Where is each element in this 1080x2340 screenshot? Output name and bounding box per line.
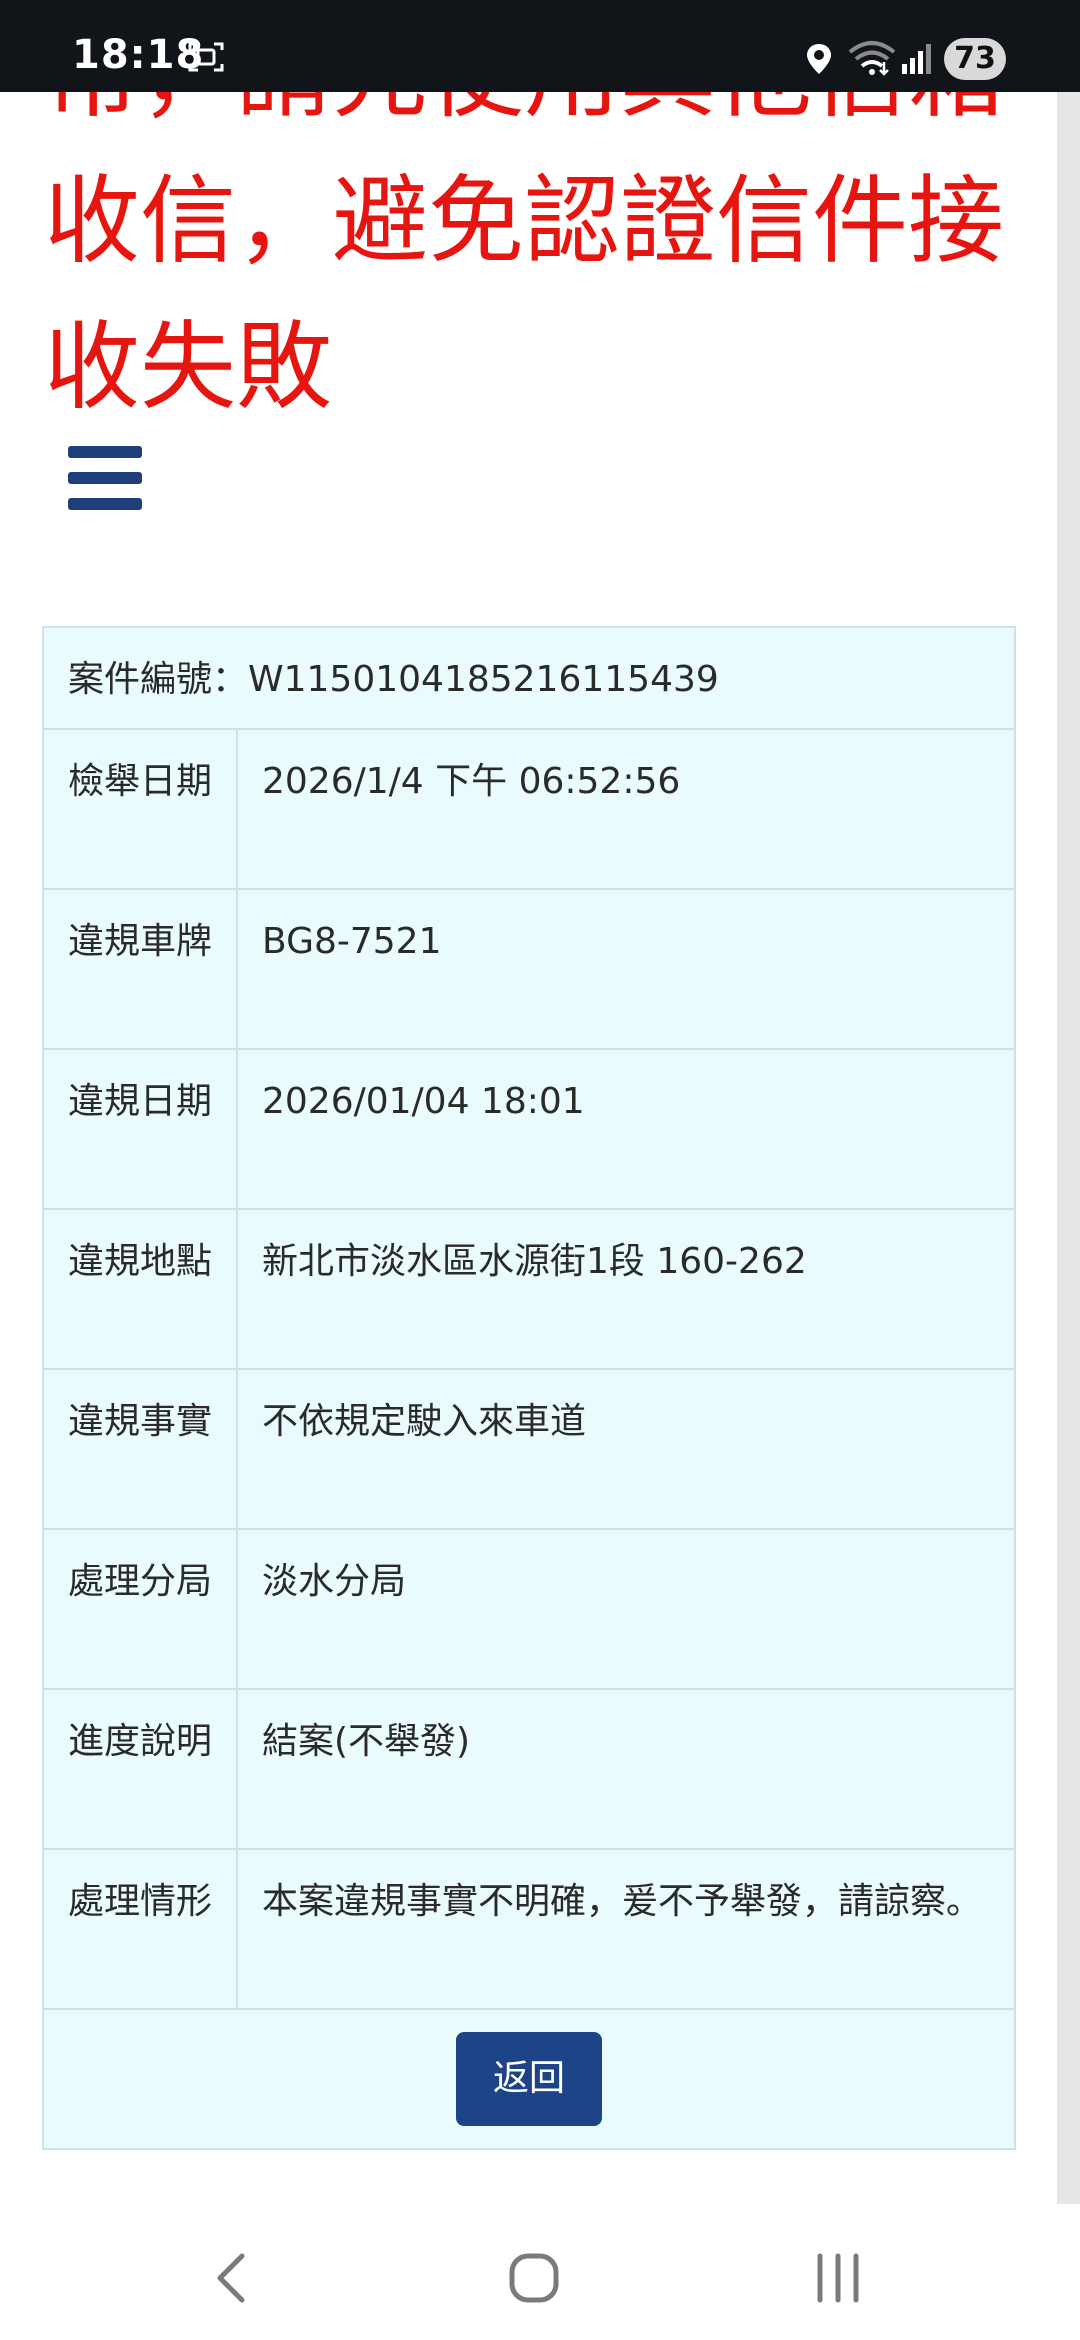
menu-icon-bar (68, 472, 142, 484)
case-number-row: 案件編號：W1150104185216115439 (42, 626, 1016, 730)
row-label-report-date: 檢舉日期 (42, 728, 238, 890)
wifi-icon (848, 41, 896, 76)
row-label-violation-date: 違規日期 (42, 1048, 238, 1210)
table-row: 進度說明 結案(不舉發) (42, 1688, 1016, 1850)
case-number-label: 案件編號： (68, 659, 249, 700)
row-label-location: 違規地點 (42, 1208, 238, 1370)
hamburger-menu-button[interactable] (68, 446, 144, 510)
table-row: 檢舉日期 2026/1/4 下午 06:52:56 (42, 728, 1016, 890)
menu-icon-bar (68, 498, 142, 510)
row-label-progress: 進度說明 (42, 1688, 238, 1850)
table-row: 處理分局 淡水分局 (42, 1528, 1016, 1690)
table-row: 處理情形 本案違規事實不明確，爰不予舉發，請諒察。 (42, 1848, 1016, 2010)
status-bar: 18:18 73 (0, 0, 1080, 92)
row-label-handling: 處理情形 (42, 1848, 238, 2010)
row-value-report-date: 2026/1/4 下午 06:52:56 (236, 728, 1016, 890)
battery-indicator: 73 (944, 38, 1006, 80)
table-footer-row: 返回 (42, 2008, 1016, 2150)
row-value-branch: 淡水分局 (236, 1528, 1016, 1690)
system-nav-bar (0, 2204, 1080, 2340)
row-label-plate: 違規車牌 (42, 888, 238, 1050)
case-number-value: W1150104185216115439 (248, 659, 719, 700)
screenshot-icon (188, 42, 224, 72)
page-scrollbar[interactable] (1057, 92, 1080, 2204)
back-icon[interactable] (202, 2248, 266, 2308)
back-button[interactable]: 返回 (456, 2032, 602, 2126)
table-row: 違規車牌 BG8-7521 (42, 888, 1016, 1050)
row-value-violation-date: 2026/01/04 18:01 (236, 1048, 1016, 1210)
row-value-handling: 本案違規事實不明確，爰不予舉發，請諒察。 (236, 1848, 1016, 2010)
location-icon (807, 44, 831, 74)
row-label-branch: 處理分局 (42, 1528, 238, 1690)
table-row: 違規地點 新北市淡水區水源街1段 160-262 (42, 1208, 1016, 1370)
table-row: 違規事實 不依規定駛入來車道 (42, 1368, 1016, 1530)
email-warning-notice: 常，請先使用其他信箱收信，避免認證信件接收失敗 (44, 92, 1004, 423)
signal-icon (902, 44, 931, 74)
row-label-violation-fact: 違規事實 (42, 1368, 238, 1530)
row-value-violation-fact: 不依規定駛入來車道 (236, 1368, 1016, 1530)
row-value-progress: 結案(不舉發) (236, 1688, 1016, 1850)
case-detail-table: 案件編號：W1150104185216115439 檢舉日期 2026/1/4 … (42, 626, 1016, 2150)
table-row: 違規日期 2026/01/04 18:01 (42, 1048, 1016, 1210)
page-content: 常，請先使用其他信箱收信，避免認證信件接收失敗 案件編號：W1150104185… (0, 92, 1057, 2204)
home-icon[interactable] (502, 2248, 566, 2308)
status-time: 18:18 (72, 32, 205, 78)
row-value-location: 新北市淡水區水源街1段 160-262 (236, 1208, 1016, 1370)
row-value-plate: BG8-7521 (236, 888, 1016, 1050)
recent-apps-icon[interactable] (806, 2248, 870, 2308)
menu-icon (68, 446, 142, 458)
